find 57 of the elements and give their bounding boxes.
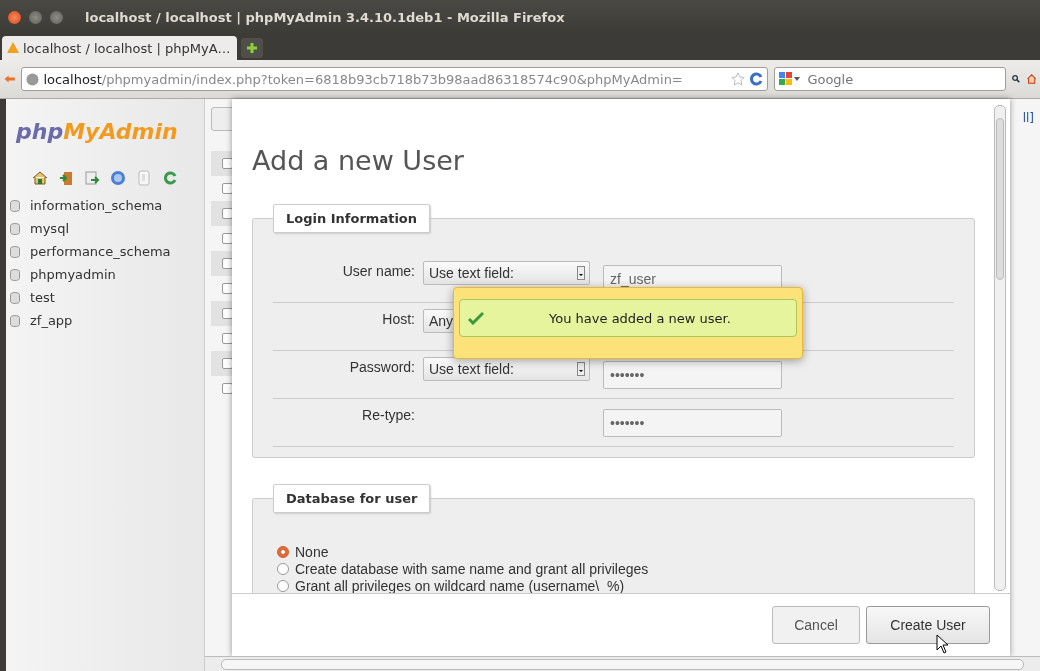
fieldset-legend: Database for user [273, 484, 431, 513]
minimize-icon[interactable] [29, 10, 42, 24]
globe-icon [26, 72, 40, 86]
database-icon [10, 222, 20, 235]
database-link[interactable]: mysql [30, 221, 69, 236]
plus-icon [245, 42, 258, 54]
radio-button[interactable] [277, 545, 289, 558]
logo[interactable]: phpMyAdmin [16, 119, 178, 144]
horizontal-scrollbar[interactable] [205, 656, 1040, 671]
search-engine-icon[interactable] [779, 72, 802, 86]
database-link[interactable]: zf_app [30, 313, 73, 328]
browser-tab[interactable]: localhost / localhost | phpMyA… [2, 36, 237, 60]
field-label: Host: [381, 310, 415, 327]
field-label: Password: [348, 358, 415, 375]
database-icon [10, 314, 20, 327]
database-link[interactable]: phpmyadmin [30, 267, 116, 282]
database-icon [10, 199, 20, 212]
close-icon[interactable] [8, 10, 21, 24]
field-label: User name: [341, 262, 415, 279]
fieldset-legend: Login Information [273, 204, 431, 233]
dropdown[interactable]: Use text field: [423, 357, 590, 381]
door-icon[interactable] [58, 170, 74, 186]
address-bar[interactable]: localhost/phpmyadmin/index.php?token=6818b93cb718b73b98aad86318574c90&phpMyAdmin= [21, 67, 769, 91]
radio-button[interactable] [277, 579, 289, 592]
vertical-scrollbar[interactable] [994, 105, 1006, 591]
radio-label[interactable]: Grant all privileges on wildcard name (username\_%) [295, 577, 625, 593]
database-link[interactable]: performance_schema [30, 244, 171, 259]
radio-button[interactable] [277, 562, 289, 575]
database-link[interactable]: information_schema [30, 198, 163, 213]
dialog-title: Add a new User [252, 145, 465, 176]
database-link[interactable]: test [30, 290, 55, 305]
notification-message: You have added a new user. [548, 310, 732, 326]
window-title: localhost / localhost | phpMyAdmin 3.4.10.1deb1 - Mozilla Firefox [85, 9, 565, 25]
toolbar-button[interactable] [211, 107, 235, 131]
input-field[interactable]: ••••••• [603, 409, 782, 437]
search-field[interactable]: Google [774, 67, 1007, 91]
dialog-button[interactable]: Create User [866, 606, 990, 644]
favicon-icon [6, 41, 20, 55]
maximize-icon[interactable] [50, 10, 63, 24]
check-icon [468, 311, 484, 325]
radio-label[interactable]: Create database with same name and grant all privileges [295, 560, 649, 577]
star-icon[interactable] [731, 72, 746, 86]
dropdown[interactable]: Use text field: [423, 261, 590, 285]
dialog-button[interactable]: Cancel [772, 606, 860, 644]
link-text[interactable]: ll] [1022, 111, 1034, 125]
database-icon [10, 245, 20, 258]
database-icon [10, 268, 20, 281]
reload-icon[interactable] [749, 72, 764, 86]
database-icon [10, 291, 20, 304]
new-tab-button[interactable] [240, 38, 263, 58]
home-icon[interactable] [32, 170, 48, 186]
radio-label[interactable]: None [295, 543, 329, 560]
input-field[interactable]: ••••••• [603, 361, 782, 389]
refresh-icon[interactable] [162, 170, 178, 186]
help-icon[interactable] [110, 170, 126, 186]
field-label: Re-type: [361, 406, 415, 423]
url-text: localhost/phpmyadmin/index.php?token=6818b93cb718b73b98aad86318574c90&phpMyAdmin= [43, 71, 683, 87]
